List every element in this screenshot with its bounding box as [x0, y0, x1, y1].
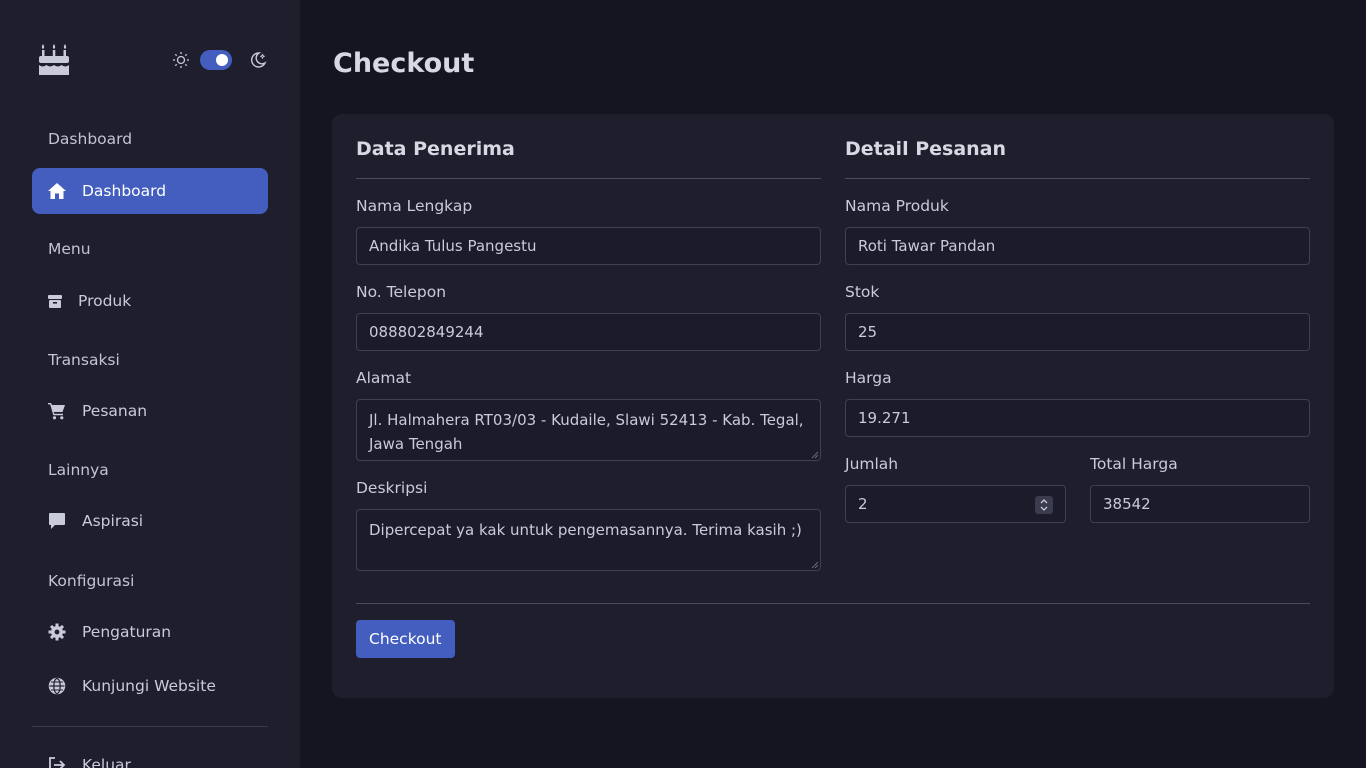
footer-divider [356, 603, 1310, 604]
stock-value: 25 [858, 323, 878, 341]
product-value: Roti Tawar Pandan [858, 237, 996, 255]
switch-knob [216, 54, 228, 66]
page-title: Checkout [333, 48, 475, 79]
sidebar-divider [32, 726, 268, 727]
menu-section-konfigurasi: Konfigurasi [48, 572, 135, 590]
sidebar-item-label: Pesanan [82, 402, 148, 420]
sidebar-item-pesanan[interactable]: Pesanan [32, 388, 268, 434]
price-value: 19.271 [858, 409, 911, 427]
moon-icon [248, 50, 268, 70]
total-field[interactable]: 38542 [1090, 485, 1310, 523]
sidebar-item-produk[interactable]: Produk [32, 278, 268, 324]
address-label: Alamat [356, 369, 412, 387]
menu-section-dashboard: Dashboard [48, 130, 133, 148]
sidebar-item-kunjungi-website[interactable]: Kunjungi Website [32, 663, 268, 709]
sidebar-item-label: Kunjungi Website [82, 677, 216, 695]
price-field[interactable]: 19.271 [845, 399, 1310, 437]
order-divider [845, 178, 1310, 179]
phone-label: No. Telepon [356, 283, 447, 301]
address-textarea[interactable]: Jl. Halmahera RT03/03 - Kudaile, Slawi 5… [356, 399, 821, 461]
box-icon [44, 290, 66, 312]
logout-icon [46, 754, 68, 768]
order-section-title: Detail Pesanan [845, 138, 1007, 160]
sidebar-item-label: Pengaturan [82, 623, 172, 641]
chat-icon [46, 510, 68, 532]
sidebar-item-aspirasi[interactable]: Aspirasi [32, 498, 268, 544]
sidebar-item-label: Dashboard [82, 182, 167, 200]
globe-icon [46, 675, 68, 697]
dark-mode-switch[interactable] [200, 50, 232, 70]
description-value: Dipercepat ya kak untuk pengemasannya. T… [369, 521, 802, 539]
price-label: Harga [845, 369, 892, 387]
stock-field[interactable]: 25 [845, 313, 1310, 351]
product-field[interactable]: Roti Tawar Pandan [845, 227, 1310, 265]
theme-toggle[interactable] [172, 49, 268, 71]
gear-icon [46, 621, 68, 643]
recipient-divider [356, 178, 821, 179]
address-value: Jl. Halmahera RT03/03 - Kudaile, Slawi 5… [369, 411, 804, 453]
name-value: Andika Tulus Pangestu [369, 237, 537, 255]
sidebar-item-dashboard[interactable]: Dashboard [32, 168, 268, 214]
menu-section-transaksi: Transaksi [48, 351, 120, 369]
description-textarea[interactable]: Dipercepat ya kak untuk pengemasannya. T… [356, 509, 821, 571]
checkout-card: Data Penerima Nama Lengkap Andika Tulus … [332, 114, 1334, 698]
sidebar: Dashboard Dashboard Menu Produk Transaks… [0, 0, 300, 768]
sidebar-item-label: Keluar [82, 756, 131, 768]
total-label: Total Harga [1090, 455, 1178, 473]
sidebar-item-label: Produk [78, 292, 132, 310]
stock-label: Stok [845, 283, 880, 301]
total-value: 38542 [1103, 495, 1151, 513]
sidebar-item-keluar[interactable]: Keluar [32, 742, 268, 768]
checkout-button[interactable]: Checkout [356, 620, 455, 658]
sidebar-item-label: Aspirasi [82, 512, 144, 530]
quantity-stepper[interactable]: 2 [845, 485, 1066, 523]
name-label: Nama Lengkap [356, 197, 473, 215]
sun-icon [172, 51, 190, 69]
phone-field[interactable]: 088802849244 [356, 313, 821, 351]
sidebar-item-pengaturan[interactable]: Pengaturan [32, 609, 268, 655]
cake-icon[interactable] [38, 42, 70, 76]
resize-grip-icon[interactable] [811, 451, 819, 459]
menu-section-lainnya: Lainnya [48, 461, 109, 479]
house-icon [46, 180, 68, 202]
cart-icon [46, 400, 68, 422]
quantity-label: Jumlah [845, 455, 899, 473]
description-label: Deskripsi [356, 479, 428, 497]
resize-grip-icon[interactable] [811, 561, 819, 569]
product-label: Nama Produk [845, 197, 949, 215]
recipient-section-title: Data Penerima [356, 138, 515, 160]
sidebar-header [0, 0, 300, 120]
stepper-arrows-icon[interactable] [1035, 496, 1053, 514]
quantity-value: 2 [858, 495, 868, 513]
phone-value: 088802849244 [369, 323, 484, 341]
menu-section-menu: Menu [48, 240, 91, 258]
name-field[interactable]: Andika Tulus Pangestu [356, 227, 821, 265]
